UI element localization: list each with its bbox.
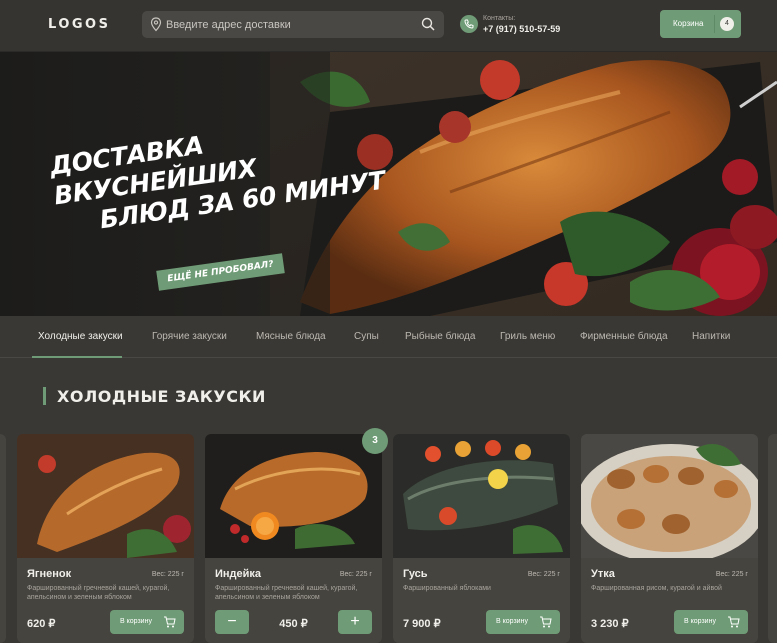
add-to-cart-label: В корзину xyxy=(120,618,152,625)
product-price: 620 ₽ xyxy=(27,618,56,630)
product-image-lamb xyxy=(17,434,194,558)
product-image-duck xyxy=(581,434,758,558)
product-card-turkey[interactable]: Индейка Вес: 225 г Фаршированный гречнев… xyxy=(205,434,382,643)
product-weight: Вес: 225 г xyxy=(715,571,748,578)
product-name: Ягненок xyxy=(27,568,72,580)
category-soups[interactable]: Супы xyxy=(354,331,379,342)
product-weight: Вес: 225 г xyxy=(339,571,372,578)
product-card-goose[interactable]: Гусь Вес: 225 г Фаршированный яблоками 7… xyxy=(393,434,570,643)
add-to-cart-label: В корзину xyxy=(684,618,716,625)
add-to-cart-button[interactable]: В корзину xyxy=(486,610,560,634)
product-image-goose xyxy=(393,434,570,558)
product-name: Утка xyxy=(591,568,615,580)
cart-icon xyxy=(164,616,176,628)
search-icon[interactable] xyxy=(421,17,435,31)
contacts-label: Контакты: xyxy=(483,15,516,22)
section-title: Холодные закуски xyxy=(57,387,266,406)
product-card-duck[interactable]: Утка Вес: 225 г Фаршированная рисом, кур… xyxy=(581,434,758,643)
hero-banner: Доставка вкуснейших блюд за 60 минут Ещё… xyxy=(0,52,777,316)
add-to-cart-label: В корзину xyxy=(496,618,528,625)
product-description: Фаршированный гречневой кашей, курагой, … xyxy=(215,585,358,601)
location-pin-icon xyxy=(150,17,162,32)
cart-count-badge: 4 xyxy=(720,17,734,31)
next-card-edge xyxy=(768,434,777,643)
product-price: 3 230 ₽ xyxy=(591,618,629,630)
category-nav: Холодные закуски Горячие закуски Мясные … xyxy=(0,316,777,358)
cart-divider xyxy=(714,15,715,33)
product-card-lamb[interactable]: Ягненок Вес: 225 г Фаршированный гречнев… xyxy=(17,434,194,643)
product-image-turkey xyxy=(205,434,382,558)
logo[interactable]: LOGOS xyxy=(48,17,110,32)
cart-icon xyxy=(540,616,552,628)
product-name: Индейка xyxy=(215,568,262,580)
increase-quantity-button[interactable]: + xyxy=(338,610,372,634)
product-description: Фаршированный гречневой кашей, курагой, … xyxy=(27,585,170,601)
active-category-underline xyxy=(32,356,122,358)
phone-number[interactable]: +7 (917) 510-57-59 xyxy=(483,24,560,34)
category-signature-dishes[interactable]: Фирменные блюда xyxy=(580,331,668,342)
cart-icon xyxy=(728,616,740,628)
product-weight: Вес: 225 г xyxy=(151,571,184,578)
cart-button[interactable]: Корзина 4 xyxy=(660,10,741,38)
product-description: Фаршированный яблоками xyxy=(403,585,491,592)
category-hot-appetizers[interactable]: Горячие закуски xyxy=(152,331,227,342)
quantity-badge: 3 xyxy=(362,428,388,454)
category-drinks[interactable]: Напитки xyxy=(692,331,730,342)
add-to-cart-button[interactable]: В корзину xyxy=(110,610,184,634)
category-grill-menu[interactable]: Гриль меню xyxy=(500,331,555,342)
phone-icon[interactable] xyxy=(460,15,478,33)
address-input[interactable] xyxy=(166,11,416,38)
product-name: Гусь xyxy=(403,568,428,580)
add-to-cart-button[interactable]: В корзину xyxy=(674,610,748,634)
contacts: Контакты: +7 (917) 510-57-59 xyxy=(460,13,570,39)
cart-label: Корзина xyxy=(673,19,704,28)
category-cold-appetizers[interactable]: Холодные закуски xyxy=(38,331,123,342)
header: LOGOS Контакты: +7 (917) 510-57-59 Корзи… xyxy=(0,0,777,52)
category-meat-dishes[interactable]: Мясные блюда xyxy=(256,331,326,342)
address-search[interactable] xyxy=(142,11,444,38)
category-fish-dishes[interactable]: Рыбные блюда xyxy=(405,331,475,342)
previous-card-edge xyxy=(0,434,6,643)
product-description: Фаршированная рисом, курагой и айвой xyxy=(591,585,722,592)
product-price: 7 900 ₽ xyxy=(403,618,441,630)
product-weight: Вес: 225 г xyxy=(527,571,560,578)
section-title-marker xyxy=(43,387,46,405)
